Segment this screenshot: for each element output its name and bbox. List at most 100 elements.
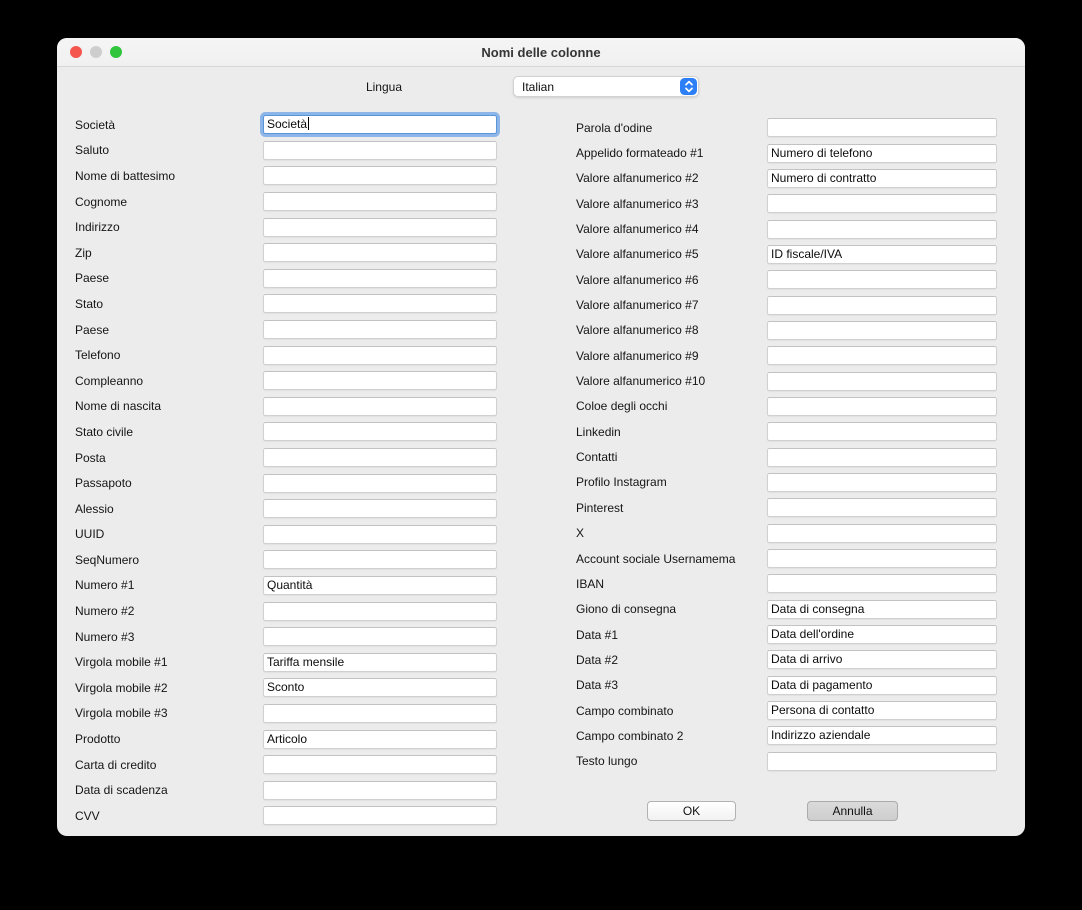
field-row: Valore alfanumerico #5 ID fiscale/IVA [576,242,997,267]
text-field[interactable] [767,346,997,366]
text-field[interactable]: Articolo [263,729,497,749]
text-field[interactable]: Sconto [263,678,497,698]
text-field[interactable] [767,295,997,315]
text-field[interactable] [767,320,997,340]
field-row: Telefono [75,342,515,368]
text-field[interactable] [767,194,997,214]
traffic-lights [70,46,122,58]
text-field[interactable]: Tariffa mensile [263,652,497,672]
text-field[interactable] [263,601,497,621]
text-field[interactable] [263,371,497,391]
text-field[interactable] [767,118,997,138]
cancel-button[interactable]: Annulla [807,801,898,821]
field-row: Valore alfanumerico #9 [576,343,997,368]
text-field[interactable] [767,371,997,391]
field-row: Data #3 Data di pagamento [576,673,997,698]
field-label: Valore alfanumerico #2 [576,171,699,186]
text-field[interactable] [263,627,497,647]
text-field[interactable] [767,219,997,239]
text-field[interactable] [767,523,997,543]
text-field[interactable] [263,243,497,263]
field-row: Data di scadenza [75,777,515,803]
text-field[interactable]: Data di consegna [767,599,997,619]
text-field[interactable] [263,780,497,800]
text-field[interactable] [767,498,997,518]
text-field[interactable] [263,192,497,212]
text-field[interactable] [263,268,497,288]
field-label: Posta [75,450,106,465]
text-field[interactable] [263,422,497,442]
text-field[interactable] [767,396,997,416]
field-row: Compleanno [75,368,515,394]
language-select[interactable]: Italian [513,76,699,97]
field-row: Virgola mobile #1 Tariffa mensile [75,649,515,675]
field-label: Telefono [75,348,121,363]
text-field[interactable]: Persona di contatto [767,701,997,721]
text-field[interactable] [263,473,497,493]
minimize-button[interactable] [90,46,102,58]
field-row: Virgola mobile #3 [75,701,515,727]
titlebar[interactable]: Nomi delle colonne [57,38,1025,67]
field-row: Numero #2 [75,598,515,624]
text-field[interactable]: Società [263,115,497,135]
field-row: Profilo Instagram [576,470,997,495]
field-label: Stato [75,296,104,311]
text-field[interactable] [263,550,497,570]
field-label: Prodotto [75,732,121,747]
text-field[interactable] [767,472,997,492]
text-field[interactable] [767,549,997,569]
text-field[interactable] [263,345,497,365]
text-field[interactable] [767,574,997,594]
field-row: Coloe degli occhi [576,394,997,419]
field-label: Pinterest [576,500,624,515]
text-field[interactable] [767,270,997,290]
field-label: Nome di nascita [75,399,162,414]
text-field[interactable]: Data di pagamento [767,675,997,695]
text-field[interactable] [767,447,997,467]
text-field[interactable] [263,320,497,340]
text-field[interactable] [263,448,497,468]
text-field[interactable]: ID fiscale/IVA [767,244,997,264]
field-row: Nome di battesimo [75,163,515,189]
field-label: Virgola mobile #2 [75,680,168,695]
text-field[interactable] [263,140,497,160]
text-field[interactable] [767,422,997,442]
field-row: CVV [75,803,515,829]
field-row: Valore alfanumerico #8 [576,318,997,343]
field-label: Valore alfanumerico #9 [576,348,699,363]
field-label: Indirizzo [75,220,120,235]
field-label: Valore alfanumerico #10 [576,374,706,389]
text-field[interactable] [263,755,497,775]
text-field[interactable]: Data dell'ordine [767,625,997,645]
text-cursor [307,117,309,131]
text-field[interactable] [263,166,497,186]
text-field[interactable]: Indirizzo aziendale [767,726,997,746]
text-field[interactable] [767,751,997,771]
field-row: Saluto [75,138,515,164]
text-field[interactable] [263,217,497,237]
text-field[interactable] [263,499,497,519]
field-label: Campo combinato [576,703,674,718]
text-field[interactable]: Quantità [263,575,497,595]
text-field[interactable] [263,524,497,544]
text-field[interactable] [263,806,497,826]
text-field[interactable] [263,396,497,416]
field-row: Paese [75,266,515,292]
field-row: SeqNumero [75,547,515,573]
field-row: Prodotto Articolo [75,726,515,752]
text-field[interactable]: Numero di contratto [767,168,997,188]
field-row: Carta di credito [75,752,515,778]
field-label: Valore alfanumerico #8 [576,323,699,338]
field-row: Valore alfanumerico #7 [576,292,997,317]
zoom-button[interactable] [110,46,122,58]
text-field[interactable] [263,294,497,314]
field-row: Valore alfanumerico #2 Numero di contratt… [576,166,997,191]
field-row: Parola d'odine [576,115,997,140]
field-row: Indirizzo [75,214,515,240]
window-title: Nomi delle colonne [481,44,601,60]
text-field[interactable]: Numero di telefono [767,143,997,163]
text-field[interactable]: Data di arrivo [767,650,997,670]
close-button[interactable] [70,46,82,58]
ok-button[interactable]: OK [647,801,736,821]
text-field[interactable] [263,703,497,723]
